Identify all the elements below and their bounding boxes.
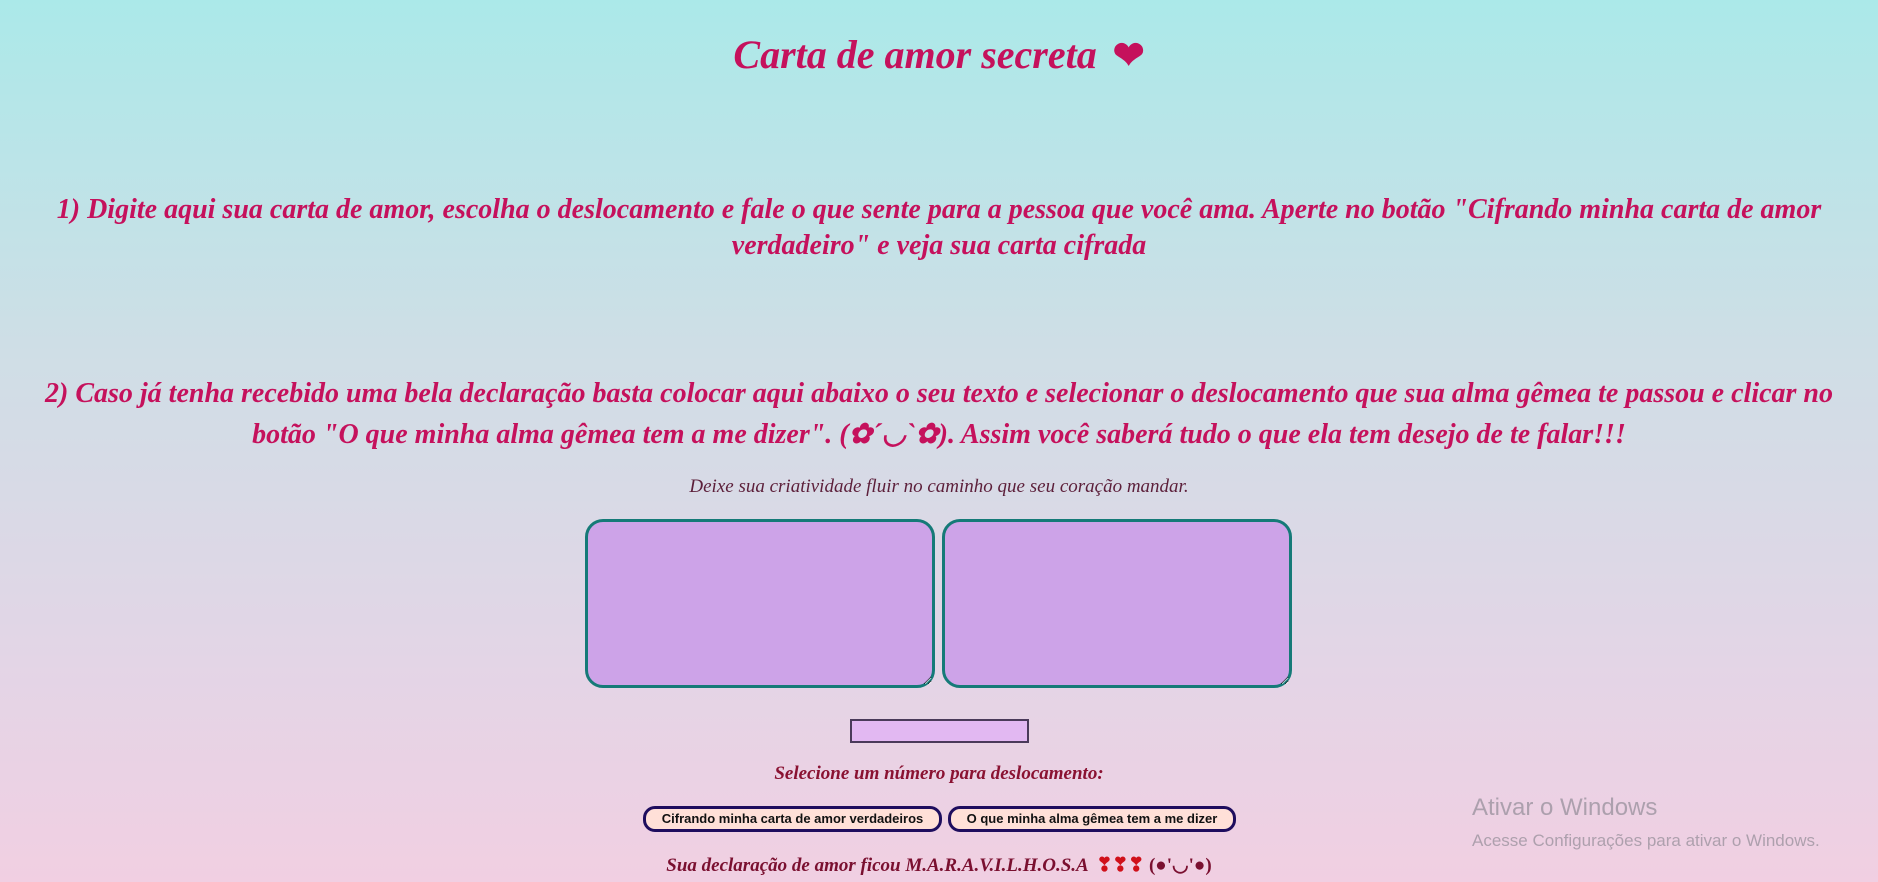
watermark-subtitle: Acesse Configurações para ativar o Windo… [1472, 831, 1820, 850]
kaomoji-face: (●'◡'●) [1148, 855, 1212, 876]
shift-select-label: Selecione um número para deslocamento: [774, 763, 1104, 784]
page-title-text: Carta de amor secreta [733, 32, 1097, 77]
heart-icon: ❤ [1112, 35, 1145, 77]
instruction-step-2: 2) Caso já tenha recebido uma bela decla… [45, 378, 1833, 450]
windows-activation-watermark: Ativar o Windows Acesse Configurações pa… [1472, 793, 1820, 853]
page-title: Carta de amor secreta ❤ [0, 30, 1878, 81]
result-text: Sua declaração de amor ficou M.A.R.A.V.I… [666, 855, 1088, 876]
encrypt-letter-button[interactable]: Cifrando minha carta de amor verdadeiros [643, 806, 942, 832]
decrypt-letter-button[interactable]: O que minha alma gêmea tem a me dizer [948, 806, 1236, 832]
instruction-step-1: 1) Digite aqui sua carta de amor, escolh… [56, 194, 1822, 261]
result-message: Sua declaração de amor ficou M.A.R.A.V.I… [0, 854, 1878, 878]
hearts-icon: ❣❣❣ [1096, 855, 1145, 876]
watermark-title: Ativar o Windows [1472, 794, 1658, 821]
letter-input-textarea[interactable] [585, 519, 935, 688]
creativity-hint: Deixe sua criatividade fluir no caminho … [689, 476, 1189, 497]
shift-number-input[interactable] [850, 719, 1029, 743]
letter-output-textarea[interactable] [942, 519, 1292, 688]
